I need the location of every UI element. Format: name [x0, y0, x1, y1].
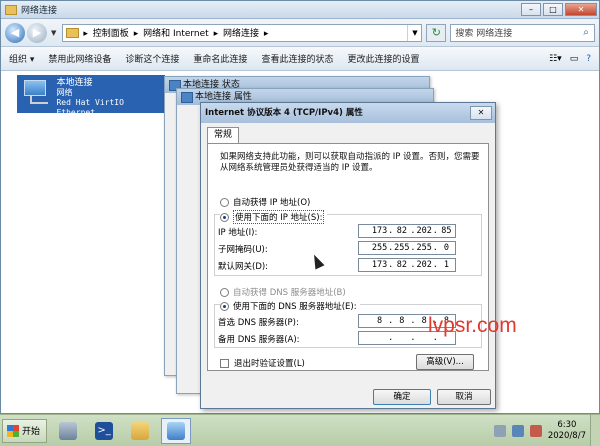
ip-row: IP 地址(I): [218, 226, 257, 238]
search-placeholder: 搜索 网络连接 [455, 29, 513, 39]
dns1-label: 首选 DNS 服务器(P): [218, 318, 299, 328]
radio-off-icon [220, 197, 229, 207]
checkbox-unchecked-icon [220, 358, 229, 368]
taskbar: 开始 >_ 6:30 2020/8/7 [0, 414, 600, 446]
cancel-button[interactable]: 取消 [437, 389, 491, 405]
gateway-field[interactable]: 173. 82. 202. 1 [358, 258, 456, 272]
tab-general[interactable]: 常规 [207, 127, 240, 143]
breadcrumb-separator[interactable]: ▸ [134, 29, 139, 39]
local-connection-item[interactable]: 本地连接 网络 Red Hat VirtIO Ethernet [17, 75, 165, 117]
maximize-button[interactable]: □ [543, 3, 563, 16]
clock[interactable]: 6:30 2020/8/7 [548, 420, 586, 442]
ok-button[interactable]: 确定 [373, 389, 431, 405]
network-tray-icon[interactable] [511, 424, 524, 437]
connection-name: 本地连接 [56, 78, 93, 88]
search-input[interactable]: 搜索 网络连接 ⌕ [450, 23, 595, 42]
change-settings-button[interactable]: 更改此连接的设置 [347, 52, 419, 65]
radio-on-icon [220, 212, 229, 222]
breadcrumb-control-panel[interactable]: 控制面板 [93, 29, 129, 39]
advanced-button[interactable]: 高级(V)... [416, 354, 474, 370]
dialog-title-text: Internet 协议版本 4 (TCP/IPv4) 属性 [205, 108, 363, 118]
connection-network: 网络 [56, 88, 73, 97]
forward-arrow-icon[interactable]: ▶ [27, 22, 47, 43]
recent-pages-chevron-icon[interactable]: ▼ [51, 29, 56, 37]
network-folder-icon [5, 4, 17, 15]
radio-off-icon [220, 287, 229, 297]
view-status-button[interactable]: 查看此连接的状态 [261, 52, 333, 65]
ipv4-properties-dialog: Internet 协议版本 4 (TCP/IPv4) 属性 ✕ 常规 如果网络支… [200, 102, 496, 409]
ip-label: IP 地址(I): [218, 228, 258, 238]
network-connections-taskbar-icon[interactable] [161, 417, 192, 444]
search-icon[interactable]: ⌕ [578, 27, 594, 38]
manual-dns-label: 使用下面的 DNS 服务器地址(E): [233, 302, 357, 312]
server-manager-icon[interactable] [53, 418, 83, 444]
mask-row: 子网掩码(U): [218, 243, 268, 255]
clock-date: 2020/8/7 [547, 430, 586, 441]
dns1-row: 首选 DNS 服务器(P): [218, 316, 299, 328]
volume-muted-icon[interactable] [529, 424, 542, 437]
minimize-button[interactable]: – [521, 3, 541, 16]
dns2-label: 备用 DNS 服务器(A): [218, 335, 300, 345]
view-options-icon[interactable]: ☷▾ [549, 54, 562, 64]
dns2-row: 备用 DNS 服务器(A): [218, 333, 300, 345]
address-row: ◀ ▶ ▼ ▸ 控制面板 ▸ 网络和 Internet ▸ 网络连接 ▸ ▼ ↻… [1, 19, 599, 47]
auto-dns-label: 自动获得 DNS 服务器地址(B) [233, 288, 346, 298]
dialog-title: Internet 协议版本 4 (TCP/IPv4) 属性 ✕ [201, 103, 495, 123]
auto-dns-radio[interactable]: 自动获得 DNS 服务器地址(B) [220, 286, 346, 298]
clock-time: 6:30 [557, 419, 577, 430]
breadcrumb-separator[interactable]: ▸ [83, 29, 88, 39]
auto-ip-label: 自动获得 IP 地址(O) [233, 198, 311, 208]
explorer-icon[interactable] [125, 418, 155, 444]
breadcrumb-separator[interactable]: ▸ [214, 29, 219, 39]
dialog-close-button[interactable]: ✕ [470, 106, 492, 120]
show-desktop-button[interactable] [590, 415, 600, 446]
breadcrumb-separator[interactable]: ▸ [264, 29, 269, 39]
powershell-icon[interactable]: >_ [89, 418, 119, 444]
close-button[interactable]: ✕ [565, 3, 597, 16]
windows-logo-icon [7, 424, 19, 437]
validate-label: 退出时验证设置(L) [234, 359, 305, 369]
gateway-label: 默认网关(D): [218, 262, 269, 272]
manual-ip-label: 使用下面的 IP 地址(S): [233, 210, 325, 224]
start-button[interactable]: 开始 [2, 418, 48, 443]
breadcrumb-network-connections[interactable]: 网络连接 [223, 29, 259, 39]
preview-pane-icon[interactable]: ▭ [570, 54, 579, 64]
window-title: 网络连接 [21, 6, 58, 16]
refresh-icon[interactable]: ↻ [426, 23, 447, 42]
address-dropdown-chevron-icon[interactable]: ▼ [407, 24, 421, 41]
watermark: lvpsr.com [428, 314, 517, 337]
rename-button[interactable]: 重命名此连接 [193, 52, 247, 65]
mask-label: 子网掩码(U): [218, 245, 268, 255]
auto-ip-radio[interactable]: 自动获得 IP 地址(O) [220, 196, 310, 208]
gateway-row: 默认网关(D): [218, 260, 268, 272]
manual-ip-radio[interactable]: 使用下面的 IP 地址(S): [220, 210, 328, 224]
description-text: 如果网络支持此功能，则可以获取自动指派的 IP 设置。否则，您需要从网络系统管理… [220, 152, 480, 173]
back-arrow-icon[interactable]: ◀ [5, 22, 25, 43]
network-adapter-icon [20, 78, 50, 108]
help-icon[interactable]: ? [586, 54, 591, 64]
ip-address-field[interactable]: 173. 82. 202. 85 [358, 224, 456, 238]
organize-menu[interactable]: 组织 ▾ [9, 52, 34, 65]
manual-dns-radio[interactable]: 使用下面的 DNS 服务器地址(E): [220, 300, 360, 312]
command-bar: 组织 ▾ 禁用此网络设备 诊断这个连接 重命名此连接 查看此连接的状态 更改此连… [1, 47, 599, 71]
validate-on-exit-checkbox[interactable]: 退出时验证设置(L) [220, 357, 305, 369]
radio-on-icon [220, 301, 229, 311]
disable-device-button[interactable]: 禁用此网络设备 [48, 52, 111, 65]
connection-adapter: Red Hat VirtIO Ethernet [56, 98, 124, 117]
control-panel-icon [66, 27, 80, 38]
system-tray: 6:30 2020/8/7 [493, 415, 600, 446]
action-center-flag-icon[interactable] [493, 424, 506, 437]
breadcrumb-network-internet[interactable]: 网络和 Internet [143, 29, 209, 39]
title-bar: 网络连接 – □ ✕ [1, 1, 599, 19]
start-label: 开始 [22, 427, 41, 437]
diagnose-button[interactable]: 诊断这个连接 [125, 52, 179, 65]
subnet-mask-field[interactable]: 255. 255. 255. 0 [358, 241, 456, 255]
address-bar[interactable]: ▸ 控制面板 ▸ 网络和 Internet ▸ 网络连接 ▸ ▼ [62, 23, 423, 42]
